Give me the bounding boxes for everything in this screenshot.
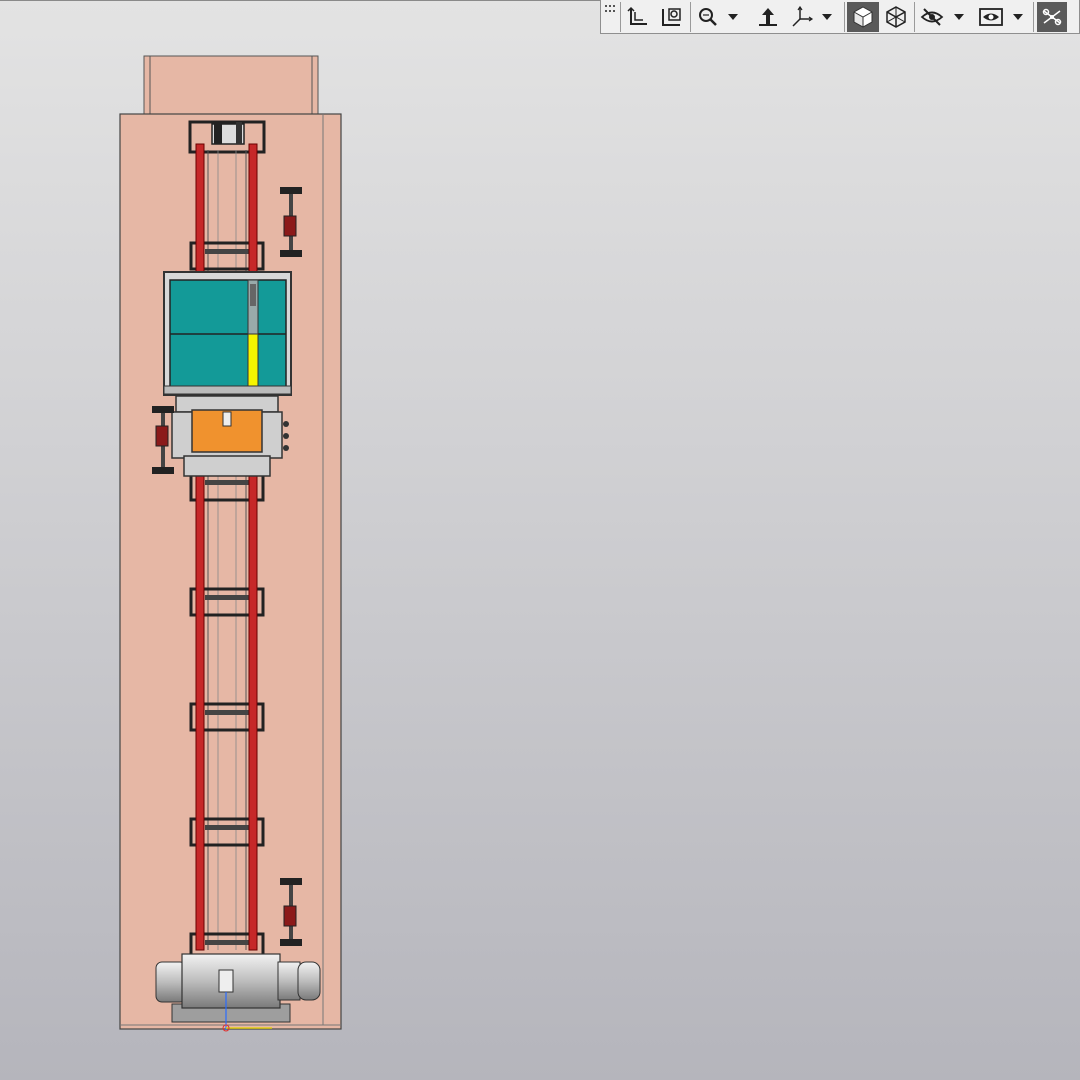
toolbar-separator: [690, 2, 691, 32]
chevron-down-icon: [954, 14, 964, 20]
hide-icon: [920, 8, 944, 26]
shaded-mode-button[interactable]: [847, 2, 879, 32]
chevron-down-icon: [728, 14, 738, 20]
orientation-dropdown[interactable]: [819, 2, 835, 32]
zoom-window-icon: [662, 8, 681, 26]
cabin-panel: [163, 271, 292, 396]
toolbar-grip-icon[interactable]: [604, 4, 618, 14]
constraints-button[interactable]: [1037, 2, 1067, 32]
zoom-scale-icon: [699, 8, 717, 26]
right-rail: [248, 143, 258, 951]
view-toolbar: [600, 0, 1080, 34]
zoom-window-button[interactable]: [657, 2, 687, 32]
wireframe-mode-button[interactable]: [881, 2, 911, 32]
toolbar-separator: [844, 2, 845, 32]
chevron-down-icon: [1013, 14, 1023, 20]
housing-top-cap: [143, 55, 319, 117]
toolbar-separator: [914, 2, 915, 32]
hide-dropdown[interactable]: [951, 2, 967, 32]
constraints-icon: [1042, 8, 1062, 26]
visibility-dropdown[interactable]: [1010, 2, 1026, 32]
wireframe-mode-icon: [886, 6, 906, 28]
show-all-button[interactable]: [623, 2, 653, 32]
indicator-strip: [247, 333, 259, 387]
orientation-button[interactable]: [787, 2, 817, 32]
left-rail: [195, 143, 205, 951]
toolbar-separator: [1033, 2, 1034, 32]
rotate-icon: [759, 8, 777, 26]
visibility-button[interactable]: [975, 2, 1007, 32]
model-viewport[interactable]: [0, 0, 1080, 1080]
zoom-scale-button[interactable]: [693, 2, 723, 32]
rotate-button[interactable]: [753, 2, 783, 32]
cad-model-elevator[interactable]: [0, 0, 1080, 1080]
visibility-icon: [979, 8, 1003, 26]
show-all-icon: [627, 6, 647, 25]
chevron-down-icon: [822, 14, 832, 20]
hide-button[interactable]: [917, 2, 947, 32]
orientation-icon: [792, 5, 814, 27]
zoom-scale-dropdown[interactable]: [725, 2, 741, 32]
shaded-mode-icon: [853, 6, 873, 28]
toolbar-separator: [620, 2, 621, 32]
